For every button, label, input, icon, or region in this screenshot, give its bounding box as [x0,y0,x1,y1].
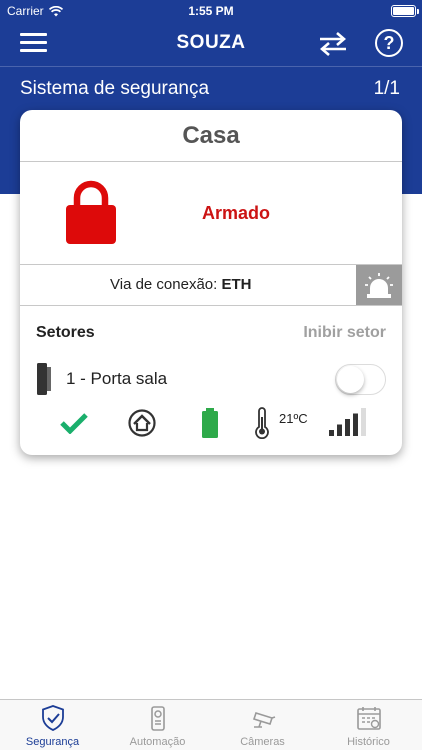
door-sensor-icon [37,363,51,395]
sectors-heading: Setores [36,324,95,341]
check-icon [60,413,88,434]
tab-label: Câmeras [240,736,285,748]
calendar-icon [357,707,381,730]
system-title: Sistema de segurança [20,78,210,99]
tab-historico[interactable]: Histórico [316,700,421,750]
siren-icon [365,273,393,298]
lock-icon[interactable] [66,180,116,244]
system-page-indicator: 1/1 [373,78,400,99]
shield-icon [42,705,64,731]
tab-bar: Segurança Automação Câmeras Histórico [0,699,422,750]
camera-icon [252,712,276,728]
sector-name: 1 - Porta sala [66,369,168,388]
connection-info: Via de conexão: ETH [110,276,251,293]
battery-icon [202,408,218,438]
connection-label: Via de conexão: [110,276,222,293]
divider [20,305,402,306]
connection-value: ETH [221,276,252,293]
signal-bar [337,424,342,436]
toggle-knob [337,366,364,393]
thermometer-icon [255,407,269,439]
signal-bar [361,408,366,436]
swap-icon [320,32,346,56]
tab-label: Histórico [347,736,390,748]
security-system-card: Casa Armado Via de conexão: ETH Setores … [20,110,402,455]
help-icon: ? [383,33,395,53]
remote-icon [151,706,165,731]
card-title: Casa [182,122,240,149]
divider [20,264,402,265]
tab-label: Automação [129,736,186,748]
tab-cameras[interactable]: Câmeras [210,700,315,750]
temperature-value: 21ºC [279,411,308,426]
sector-inhibit-toggle[interactable] [335,364,386,395]
signal-bar [353,413,358,436]
switch-system-button[interactable] [318,31,348,57]
battery-icon [391,5,419,17]
signal-icon [329,408,366,436]
signal-bar [345,419,350,436]
status-bar: Carrier 1:55 PM [0,0,422,22]
help-button[interactable]: ? [375,29,403,57]
status-time: 1:55 PM [188,4,234,18]
tab-automacao[interactable]: Automação [105,700,210,750]
tab-label: Segurança [25,736,80,748]
signal-bar [329,430,334,436]
page-title: SOUZA [176,32,246,53]
divider [20,161,402,162]
inhibit-sector-button[interactable]: Inibir setor [303,324,386,342]
home-icon [128,409,156,437]
arm-state-label: Armado [202,203,271,223]
tab-seguranca[interactable]: Segurança [0,700,105,750]
nav-bar: SOUZA ? [0,22,422,66]
siren-button[interactable] [356,265,402,306]
